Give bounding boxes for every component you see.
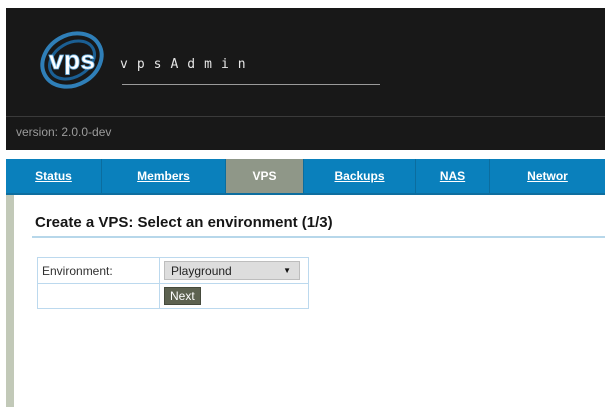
title-divider — [32, 236, 605, 238]
environment-select-value: Playground — [171, 263, 232, 278]
environment-label: Environment: — [37, 257, 160, 284]
vps-logo-icon: vps — [40, 31, 104, 89]
header: vps vpsAdmin version: 2.0.0-dev — [6, 8, 605, 150]
menu-item-members[interactable]: Members — [102, 159, 226, 193]
menu-item-backups[interactable]: Backups — [304, 159, 416, 193]
next-button[interactable]: Next — [164, 287, 201, 305]
form-row-submit: Next — [37, 283, 309, 309]
brand-underline — [122, 84, 380, 85]
app-frame: vps vpsAdmin version: 2.0.0-dev Status M… — [6, 8, 605, 407]
page-title: Create a VPS: Select an environment (1/3… — [35, 214, 333, 231]
environment-select[interactable]: Playground ▼ — [164, 261, 300, 280]
menu-item-vps[interactable]: VPS — [226, 159, 304, 193]
main-menu: Status Members VPS Backups NAS Networ — [6, 159, 605, 195]
header-divider — [6, 116, 605, 117]
form-row-environment: Environment: Playground ▼ — [37, 257, 309, 284]
svg-text:vps: vps — [49, 45, 96, 75]
dropdown-arrow-icon: ▼ — [283, 266, 291, 275]
version-text: version: 2.0.0-dev — [16, 125, 112, 139]
menu-item-nas[interactable]: NAS — [416, 159, 490, 193]
left-sidebar-strip — [6, 195, 14, 407]
menu-item-status[interactable]: Status — [6, 159, 102, 193]
submit-cell: Next — [159, 283, 309, 309]
brand-title: vpsAdmin — [120, 57, 255, 72]
empty-cell — [37, 283, 160, 309]
environment-cell: Playground ▼ — [159, 257, 309, 284]
environment-form: Environment: Playground ▼ Next — [37, 257, 309, 309]
menu-item-network[interactable]: Networ — [490, 159, 605, 193]
